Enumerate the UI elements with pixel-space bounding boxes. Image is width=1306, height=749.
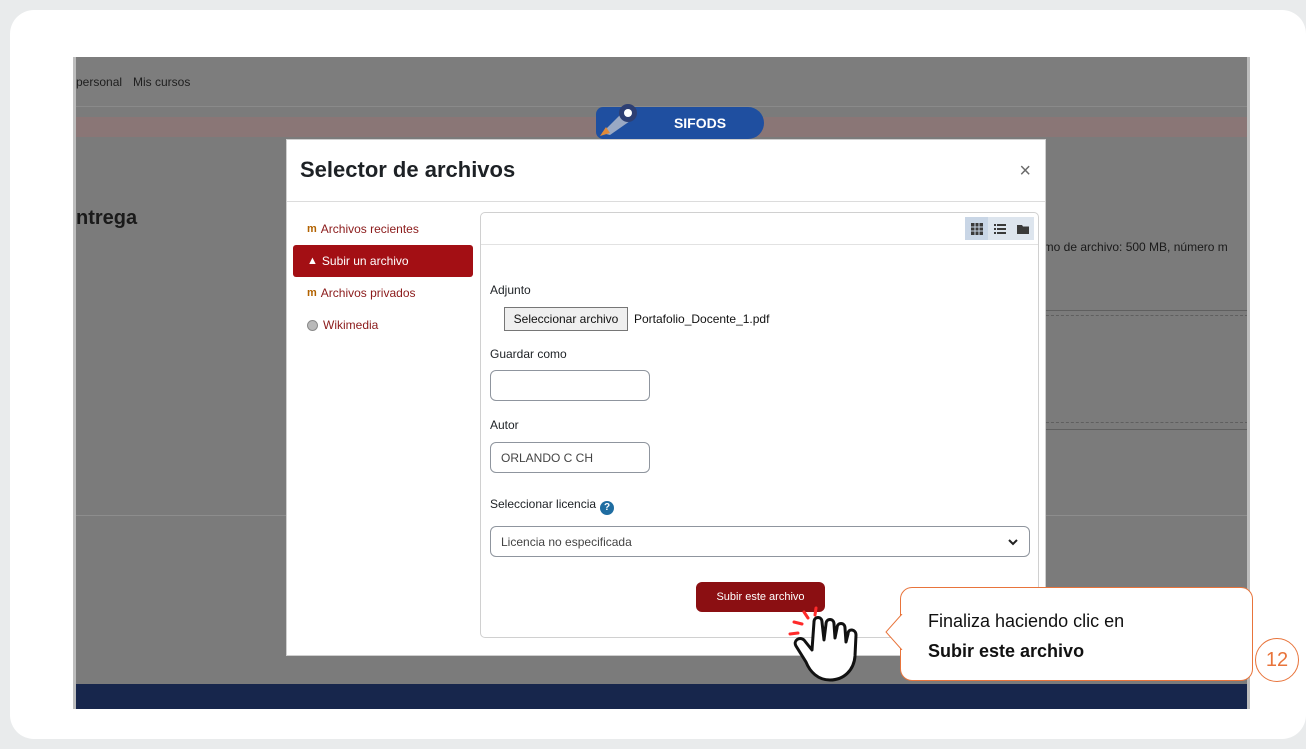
repo-subir-un-archivo[interactable]: ▲ Subir un archivo xyxy=(293,245,473,277)
license-label-row: Seleccionar licencia? xyxy=(490,497,615,515)
view-switcher xyxy=(965,217,1034,240)
hand-pointer-icon xyxy=(788,606,858,682)
divider xyxy=(1041,310,1247,311)
author-label: Autor xyxy=(490,418,519,432)
step-number-badge: 12 xyxy=(1255,638,1299,682)
select-file-button[interactable]: Seleccionar archivo xyxy=(504,307,628,331)
modal-title: Selector de archivos xyxy=(300,157,516,182)
nav-item-mis-cursos[interactable]: Mis cursos xyxy=(133,75,190,89)
grid-view-icon[interactable] xyxy=(965,217,988,240)
page-heading: ntrega xyxy=(76,207,138,229)
top-navbar: personal Mis cursos xyxy=(76,57,1247,107)
selected-file-name: Portafolio_Docente_1.pdf xyxy=(634,312,770,326)
repo-label: Archivos recientes xyxy=(320,222,419,236)
upload-icon: ▲ xyxy=(307,255,318,267)
author-input[interactable]: ORLANDO C CH xyxy=(490,442,650,473)
attachment-label: Adjunto xyxy=(490,283,531,297)
license-label: Seleccionar licencia xyxy=(490,497,597,511)
upload-panel: Adjunto Seleccionar archivo Portafolio_D… xyxy=(480,212,1039,638)
repository-list: m Archivos recientes ▲ Subir un archivo … xyxy=(293,213,473,341)
repo-archivos-privados[interactable]: m Archivos privados xyxy=(293,277,473,309)
repo-label: Archivos privados xyxy=(320,286,416,300)
file-limit-info: imo de archivo: 500 MB, número m xyxy=(1041,240,1228,254)
callout-text: Finaliza haciendo clic en Subir este arc… xyxy=(928,606,1124,666)
save-as-label: Guardar como xyxy=(490,347,567,361)
wikimedia-icon xyxy=(307,319,318,331)
divider xyxy=(1041,315,1247,316)
help-icon[interactable]: ? xyxy=(600,501,615,515)
repo-label: Subir un archivo xyxy=(321,254,409,268)
folder-view-icon[interactable] xyxy=(1011,217,1034,240)
callout-line-1: Finaliza haciendo clic en xyxy=(928,611,1125,631)
repo-wikimedia[interactable]: Wikimedia xyxy=(293,309,473,341)
callout-arrow xyxy=(885,614,903,650)
callout-line-2: Subir este archivo xyxy=(928,641,1085,661)
divider xyxy=(1041,422,1247,423)
panel-toolbar xyxy=(481,213,1038,245)
moodle-icon: m xyxy=(307,223,317,235)
repo-archivos-recientes[interactable]: m Archivos recientes xyxy=(293,213,473,245)
list-view-icon[interactable] xyxy=(988,217,1011,240)
file-picker-modal: Selector de archivos × m Archivos recien… xyxy=(286,139,1046,656)
page-footer xyxy=(76,684,1247,709)
moodle-icon: m xyxy=(307,287,317,299)
nav-item-personal[interactable]: personal xyxy=(76,75,122,89)
license-value: Licencia no especificada xyxy=(501,535,632,549)
license-select[interactable]: Licencia no especificada xyxy=(490,526,1030,557)
rocket-icon xyxy=(600,104,637,136)
repo-label: Wikimedia xyxy=(323,318,379,332)
chevron-down-icon xyxy=(1008,539,1018,546)
save-as-input[interactable] xyxy=(490,370,650,401)
modal-header: Selector de archivos × xyxy=(287,140,1045,202)
close-icon[interactable]: × xyxy=(1019,160,1031,183)
divider xyxy=(1041,429,1247,430)
